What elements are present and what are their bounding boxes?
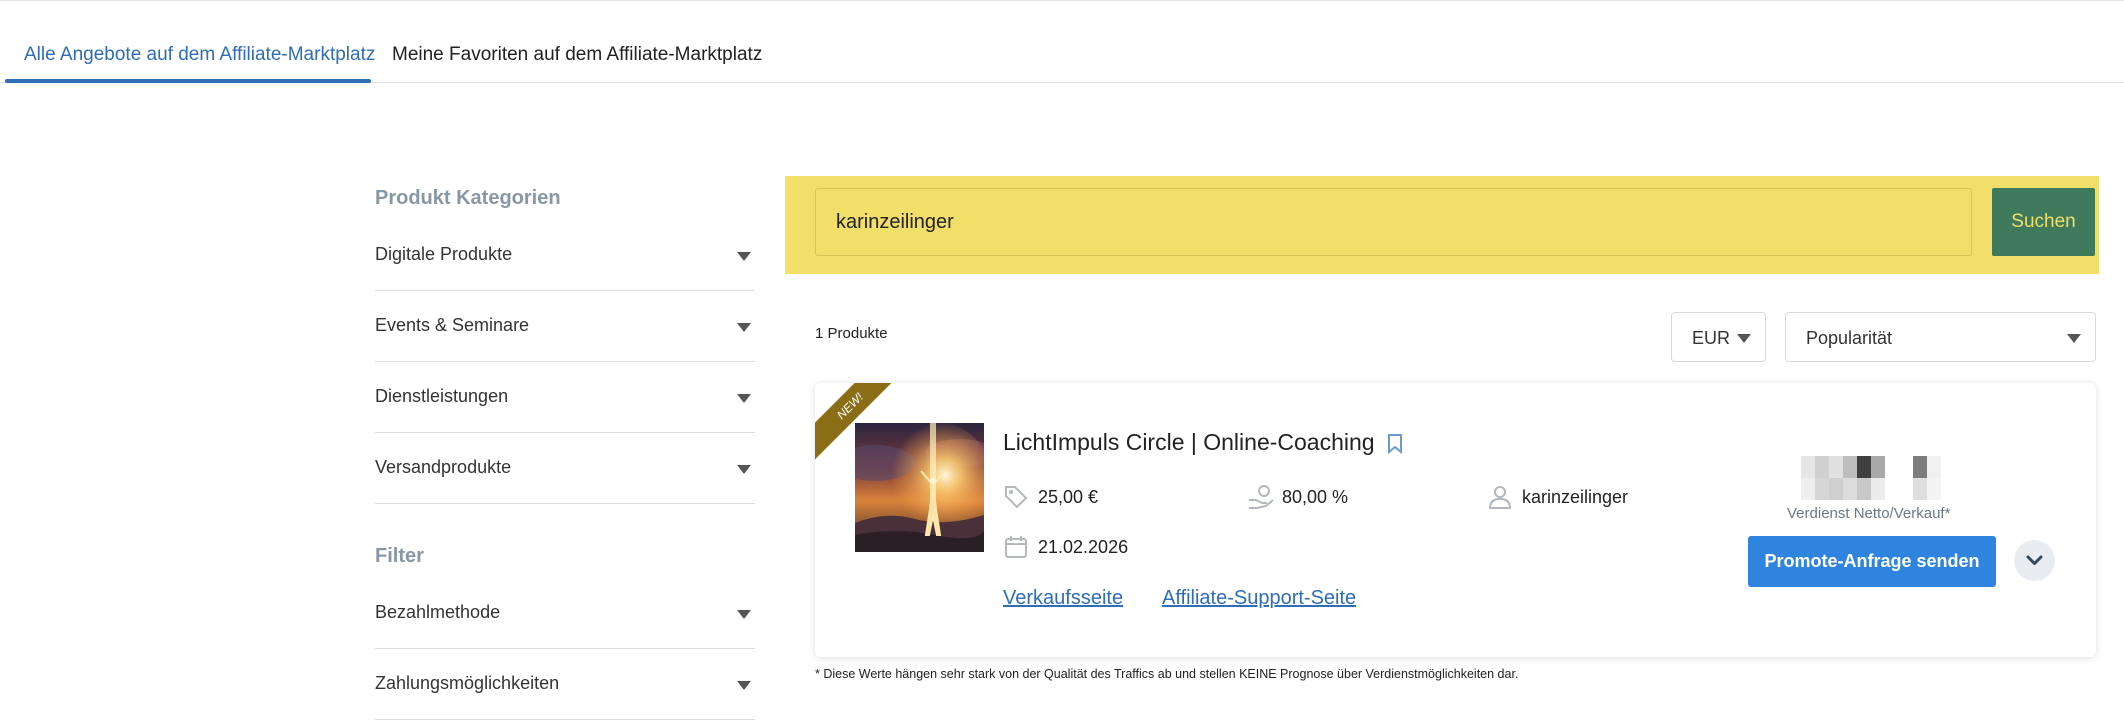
caret-down-icon: [737, 252, 751, 261]
category-digital-products[interactable]: Digitale Produkte: [375, 220, 755, 291]
category-label: Digitale Produkte: [375, 244, 513, 264]
sidebar: Produkt Kategorien Digitale Produkte Eve…: [375, 176, 755, 720]
filter-payment-options[interactable]: Zahlungsmöglichkeiten: [375, 649, 755, 720]
product-title[interactable]: LichtImpuls Circle | Online-Coaching: [1003, 429, 1375, 456]
active-tab-indicator: [5, 79, 371, 83]
search-button[interactable]: Suchen: [1992, 188, 2095, 256]
result-count: 1 Produkte: [815, 325, 888, 342]
caret-down-icon: [1737, 334, 1751, 343]
vendor-value: karinzeilinger: [1522, 487, 1629, 507]
caret-down-icon: [737, 610, 751, 619]
product-card: NEW! LichtImpuls Circle | Online-Coachin…: [815, 383, 2096, 657]
sales-page-link[interactable]: Verkaufsseite: [1003, 587, 1123, 610]
product-thumbnail[interactable]: [855, 423, 984, 552]
calendar-icon: [1003, 534, 1029, 565]
date-value: 21.02.2026: [1038, 537, 1129, 557]
category-label: Versandprodukte: [375, 457, 512, 477]
hand-coin-icon: [1247, 484, 1275, 517]
search-bar: karinzeilinger Suchen: [785, 176, 2099, 274]
promote-request-button[interactable]: Promote-Anfrage senden: [1748, 536, 1996, 587]
price-tag-icon: [1003, 484, 1029, 515]
category-services[interactable]: Dienstleistungen: [375, 362, 755, 433]
category-label: Dienstleistungen: [375, 386, 509, 406]
caret-down-icon: [737, 394, 751, 403]
currency-value: EUR: [1692, 328, 1731, 348]
caret-down-icon: [2067, 334, 2081, 343]
caret-down-icon: [737, 681, 751, 690]
tab-favorites[interactable]: Meine Favoriten auf dem Affiliate-Marktp…: [392, 44, 762, 66]
top-divider: [0, 0, 2124, 1]
currency-select[interactable]: EUR: [1671, 312, 1766, 362]
filter-heading: Filter: [375, 545, 424, 567]
category-shipping-products[interactable]: Versandprodukte: [375, 433, 755, 504]
commission-value: 80,00 %: [1282, 487, 1349, 507]
sort-select[interactable]: Popularität: [1785, 312, 2096, 362]
earnings-value-blurred: [1801, 456, 1941, 505]
sort-value: Popularität: [1806, 328, 1893, 348]
search-input[interactable]: karinzeilinger: [815, 188, 1972, 256]
earnings-label: Verdienst Netto/Verkauf*: [1787, 505, 1951, 522]
affiliate-support-link[interactable]: Affiliate-Support-Seite: [1162, 587, 1356, 610]
tab-all-offers[interactable]: Alle Angebote auf dem Affiliate-Marktpla…: [24, 44, 375, 66]
category-label: Events & Seminare: [375, 315, 530, 335]
bookmark-icon[interactable]: [1387, 433, 1403, 460]
price-value: 25,00 €: [1038, 487, 1099, 507]
caret-down-icon: [737, 465, 751, 474]
user-icon: [1487, 484, 1513, 515]
caret-down-icon: [737, 323, 751, 332]
filter-label: Zahlungsmöglichkeiten: [375, 673, 560, 693]
chevron-down-icon: [2026, 555, 2043, 565]
category-events-seminars[interactable]: Events & Seminare: [375, 291, 755, 362]
filter-label: Bezahlmethode: [375, 602, 501, 622]
tab-bar: Alle Angebote auf dem Affiliate-Marktpla…: [0, 28, 2124, 83]
filter-payment-method[interactable]: Bezahlmethode: [375, 578, 755, 649]
categories-heading: Produkt Kategorien: [375, 187, 561, 209]
disclaimer-note: * Diese Werte hängen sehr stark von der …: [815, 667, 1519, 681]
expand-details-button[interactable]: [2014, 540, 2055, 581]
